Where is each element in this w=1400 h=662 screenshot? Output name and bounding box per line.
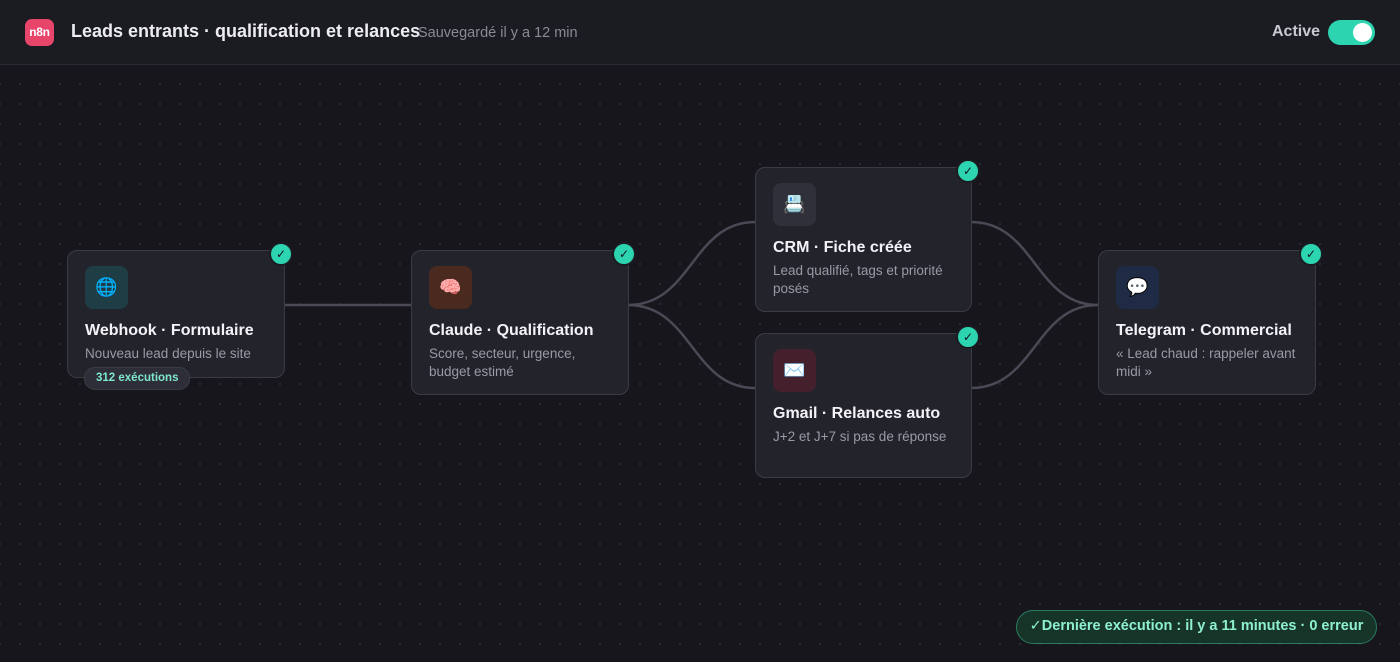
node-gmail[interactable]: ✉️ Gmail · Relances auto J+2 et J+7 si p…: [755, 333, 972, 478]
speech-bubble-icon: 💬: [1116, 266, 1159, 309]
envelope-icon: ✉️: [773, 349, 816, 392]
success-check-icon: ✓: [612, 242, 636, 266]
card-file-icon: 📇: [773, 183, 816, 226]
node-title: CRM · Fiche créée: [773, 239, 912, 256]
connection-claude-crm[interactable]: [627, 220, 756, 307]
node-description: « Lead chaud : rappeler avant midi »: [1116, 346, 1296, 379]
success-check-icon: ✓: [269, 242, 293, 266]
success-check-icon: ✓: [1299, 242, 1323, 266]
connection-crm-telegram[interactable]: [970, 220, 1099, 307]
node-description: J+2 et J+7 si pas de réponse: [773, 429, 947, 444]
success-check-icon: ✓: [956, 325, 980, 349]
success-check-icon: ✓: [956, 159, 980, 183]
node-description: Lead qualifié, tags et priorité posés: [773, 263, 943, 296]
last-execution-status[interactable]: ✓Dernière exécution : il y a 11 minutes …: [1016, 610, 1377, 644]
node-title: Telegram · Commercial: [1116, 322, 1292, 339]
connection-claude-gmail[interactable]: [627, 303, 756, 390]
executions-badge[interactable]: 312 exécutions: [84, 367, 191, 390]
node-title: Claude · Qualification: [429, 322, 594, 339]
node-title: Gmail · Relances auto: [773, 405, 941, 422]
node-description: Score, secteur, urgence, budget estimé: [429, 346, 576, 379]
node-webhook[interactable]: 🌐 Webhook · Formulaire Nouveau lead depu…: [67, 250, 285, 378]
node-crm[interactable]: 📇 CRM · Fiche créée Lead qualifié, tags …: [755, 167, 972, 312]
connection-gmail-telegram[interactable]: [970, 303, 1099, 390]
brain-icon: 🧠: [429, 266, 472, 309]
node-telegram[interactable]: 💬 Telegram · Commercial « Lead chaud : r…: [1098, 250, 1316, 395]
node-description: Nouveau lead depuis le site: [85, 346, 251, 361]
node-title: Webhook · Formulaire: [85, 322, 254, 339]
globe-icon: 🌐: [85, 266, 128, 309]
node-claude[interactable]: 🧠 Claude · Qualification Score, secteur,…: [411, 250, 629, 395]
